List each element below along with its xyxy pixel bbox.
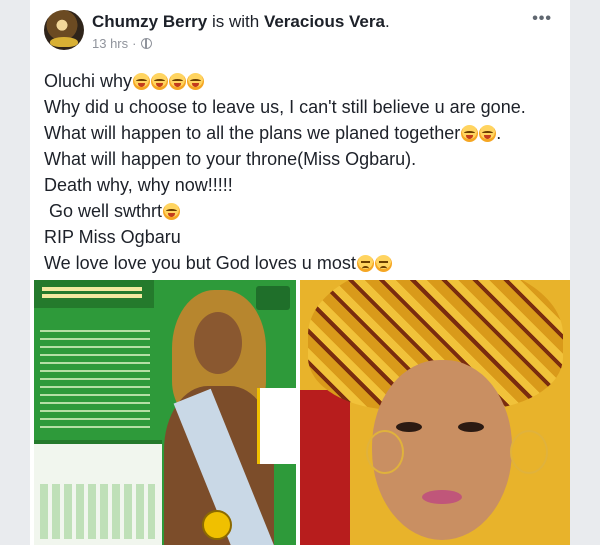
flyer-badge: [256, 286, 290, 310]
pageant-flyer-photo[interactable]: [34, 280, 296, 545]
post-line: Go well swthrt: [44, 198, 560, 224]
post-line-text: What will happen to all the plans we pla…: [44, 123, 461, 143]
globe-icon[interactable]: [141, 38, 153, 49]
crying-emoji-icon: [133, 72, 151, 90]
portrait-photo[interactable]: [300, 280, 570, 545]
queen-face: [194, 312, 242, 374]
with-text: is with: [207, 12, 264, 31]
left-earring: [366, 430, 404, 474]
author-name[interactable]: Chumzy Berry: [92, 12, 207, 31]
post-line-text: Oluchi why: [44, 71, 133, 91]
photo-grid: [34, 280, 570, 545]
flyer-title-block: [257, 388, 296, 464]
right-eye: [458, 422, 484, 432]
flyer-list: [40, 324, 150, 434]
flyer-table: [34, 440, 162, 545]
post-line: Why did u choose to leave us, I can't st…: [44, 94, 560, 120]
crying-emoji-icon: [151, 72, 169, 90]
post-line-text: RIP Miss Ogbaru: [44, 227, 181, 247]
post-meta: 13 hrs ·: [92, 36, 153, 51]
more-options-button[interactable]: •••: [532, 10, 552, 28]
title-period: .: [384, 12, 390, 31]
post-line-text: We love love you but God loves u most: [44, 253, 356, 273]
facebook-post: Chumzy Berry is with Veracious Vera. 13 …: [30, 0, 570, 545]
post-line-text: Go well swthrt: [44, 201, 163, 221]
author-avatar[interactable]: [44, 10, 84, 50]
meta-separator: ·: [132, 36, 137, 51]
post-line: Oluchi why: [44, 68, 560, 94]
post-line-text: Death why, why now!!!!!: [44, 175, 233, 195]
post-line: What will happen to your throne(Miss Ogb…: [44, 146, 560, 172]
lips: [422, 490, 462, 504]
sad-emoji-icon: [374, 254, 392, 272]
crying-emoji-icon: [461, 124, 479, 142]
post-line-text: Why did u choose to leave us, I can't st…: [44, 97, 526, 117]
timestamp[interactable]: 13 hrs: [92, 36, 128, 51]
seal-icon: [202, 510, 232, 540]
post-title-line: Chumzy Berry is with Veracious Vera.: [92, 12, 390, 32]
right-earring: [510, 430, 548, 474]
red-background: [300, 390, 350, 545]
sad-emoji-icon: [356, 254, 374, 272]
post-header: Chumzy Berry is with Veracious Vera. 13 …: [44, 10, 556, 58]
tagged-friend[interactable]: Veracious Vera: [264, 12, 385, 31]
post-line: We love love you but God loves u most: [44, 250, 560, 276]
post-line-suffix: .: [496, 123, 502, 143]
crying-emoji-icon: [169, 72, 187, 90]
crying-emoji-icon: [163, 202, 181, 220]
crying-emoji-icon: [187, 72, 205, 90]
post-line-text: What will happen to your throne(Miss Ogb…: [44, 149, 417, 169]
post-line: RIP Miss Ogbaru: [44, 224, 560, 250]
left-eye: [396, 422, 422, 432]
flyer-header: [34, 280, 154, 308]
post-line: What will happen to all the plans we pla…: [44, 120, 560, 146]
post-line: Death why, why now!!!!!: [44, 172, 560, 198]
crying-emoji-icon: [479, 124, 497, 142]
post-body: Oluchi why Why did u choose to leave us, …: [44, 68, 560, 276]
